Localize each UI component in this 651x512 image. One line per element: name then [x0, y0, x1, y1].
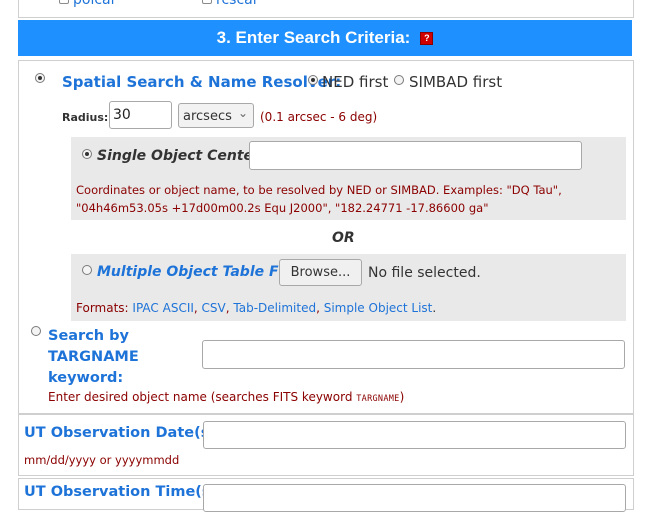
targname-label: Search by TARGNAME keyword: [48, 326, 139, 389]
obs-date-hint: mm/dd/yyyy or yyyymmdd [24, 453, 180, 467]
single-object-input[interactable] [249, 141, 582, 170]
spatial-search-radio[interactable] [35, 73, 45, 83]
radius-unit-select[interactable]: arcsecs ⌄ [178, 103, 254, 128]
targname-hint-prefix: Enter desired object name (searches FITS… [48, 390, 357, 404]
targname-hint-suffix: ) [399, 390, 405, 404]
single-object-radio[interactable] [82, 149, 92, 159]
search-criteria-header: 3. Enter Search Criteria: ? [18, 20, 632, 56]
format-link-simple-object-list[interactable]: Simple Object List [324, 301, 433, 315]
targname-label-line2: TARGNAME [48, 349, 139, 365]
single-object-hint-line2: "04h46m53.05s +17d00m00.2s Equ J2000", "… [76, 201, 489, 215]
targname-hint: Enter desired object name (searches FITS… [48, 390, 404, 404]
format-link-ipac-ascii[interactable]: IPAC ASCII [132, 301, 193, 315]
single-object-hint-line1: Coordinates or object name, to be resolv… [76, 183, 562, 197]
targname-radio[interactable] [31, 326, 41, 336]
obs-time-label: UT Observation Time(s): [24, 484, 223, 500]
targname-hint-keyword: TARGNAME [356, 394, 400, 404]
format-link-csv[interactable]: CSV [202, 301, 226, 315]
multiple-object-radio[interactable] [82, 265, 92, 275]
spatial-search-label: Spatial Search & Name Resolver: [62, 73, 342, 91]
multiple-object-label: Multiple Object Table File: [97, 264, 304, 280]
or-divider: OR [332, 230, 355, 246]
rcscal-label[interactable]: rcscal [216, 0, 257, 8]
radius-unit-value: arcsecs [183, 109, 232, 124]
format-separator: , [316, 301, 324, 315]
obs-date-label: UT Observation Date(s): [24, 425, 222, 441]
simbad-first-radio[interactable] [394, 75, 404, 85]
targname-label-line3: keyword: [48, 370, 124, 386]
rcscal-checkbox[interactable] [202, 0, 212, 4]
format-link-tab-delimited[interactable]: Tab-Delimited [233, 301, 316, 315]
file-status: No file selected. [368, 265, 481, 281]
help-icon[interactable]: ? [420, 31, 434, 45]
radius-value: 30 [113, 107, 131, 123]
targname-label-line1: Search by [48, 328, 130, 344]
formats-line: Formats: IPAC ASCII, CSV, Tab-Delimited,… [76, 301, 436, 315]
ned-first-radio[interactable] [308, 75, 318, 85]
formats-end: . [432, 301, 437, 315]
radius-label: Radius: [62, 111, 109, 124]
simbad-first-label: SIMBAD first [409, 73, 503, 91]
format-separator: , [193, 301, 202, 315]
obs-date-input[interactable] [203, 421, 626, 449]
targname-input[interactable] [202, 340, 625, 369]
ned-first-label: NED first [322, 73, 389, 91]
section-title: 3. Enter Search Criteria: [216, 28, 411, 47]
formats-label: Formats: [76, 301, 129, 315]
radius-range-hint: (0.1 arcsec - 6 deg) [260, 110, 378, 124]
browse-button[interactable]: Browse... [279, 259, 362, 286]
chevron-down-icon: ⌄ [237, 106, 248, 120]
radius-input[interactable]: 30 [109, 101, 172, 129]
polcal-checkbox[interactable] [59, 0, 69, 4]
single-object-label: Single Object Center: [97, 148, 266, 164]
obs-time-input[interactable] [203, 484, 626, 512]
polcal-label[interactable]: polcal [73, 0, 115, 8]
